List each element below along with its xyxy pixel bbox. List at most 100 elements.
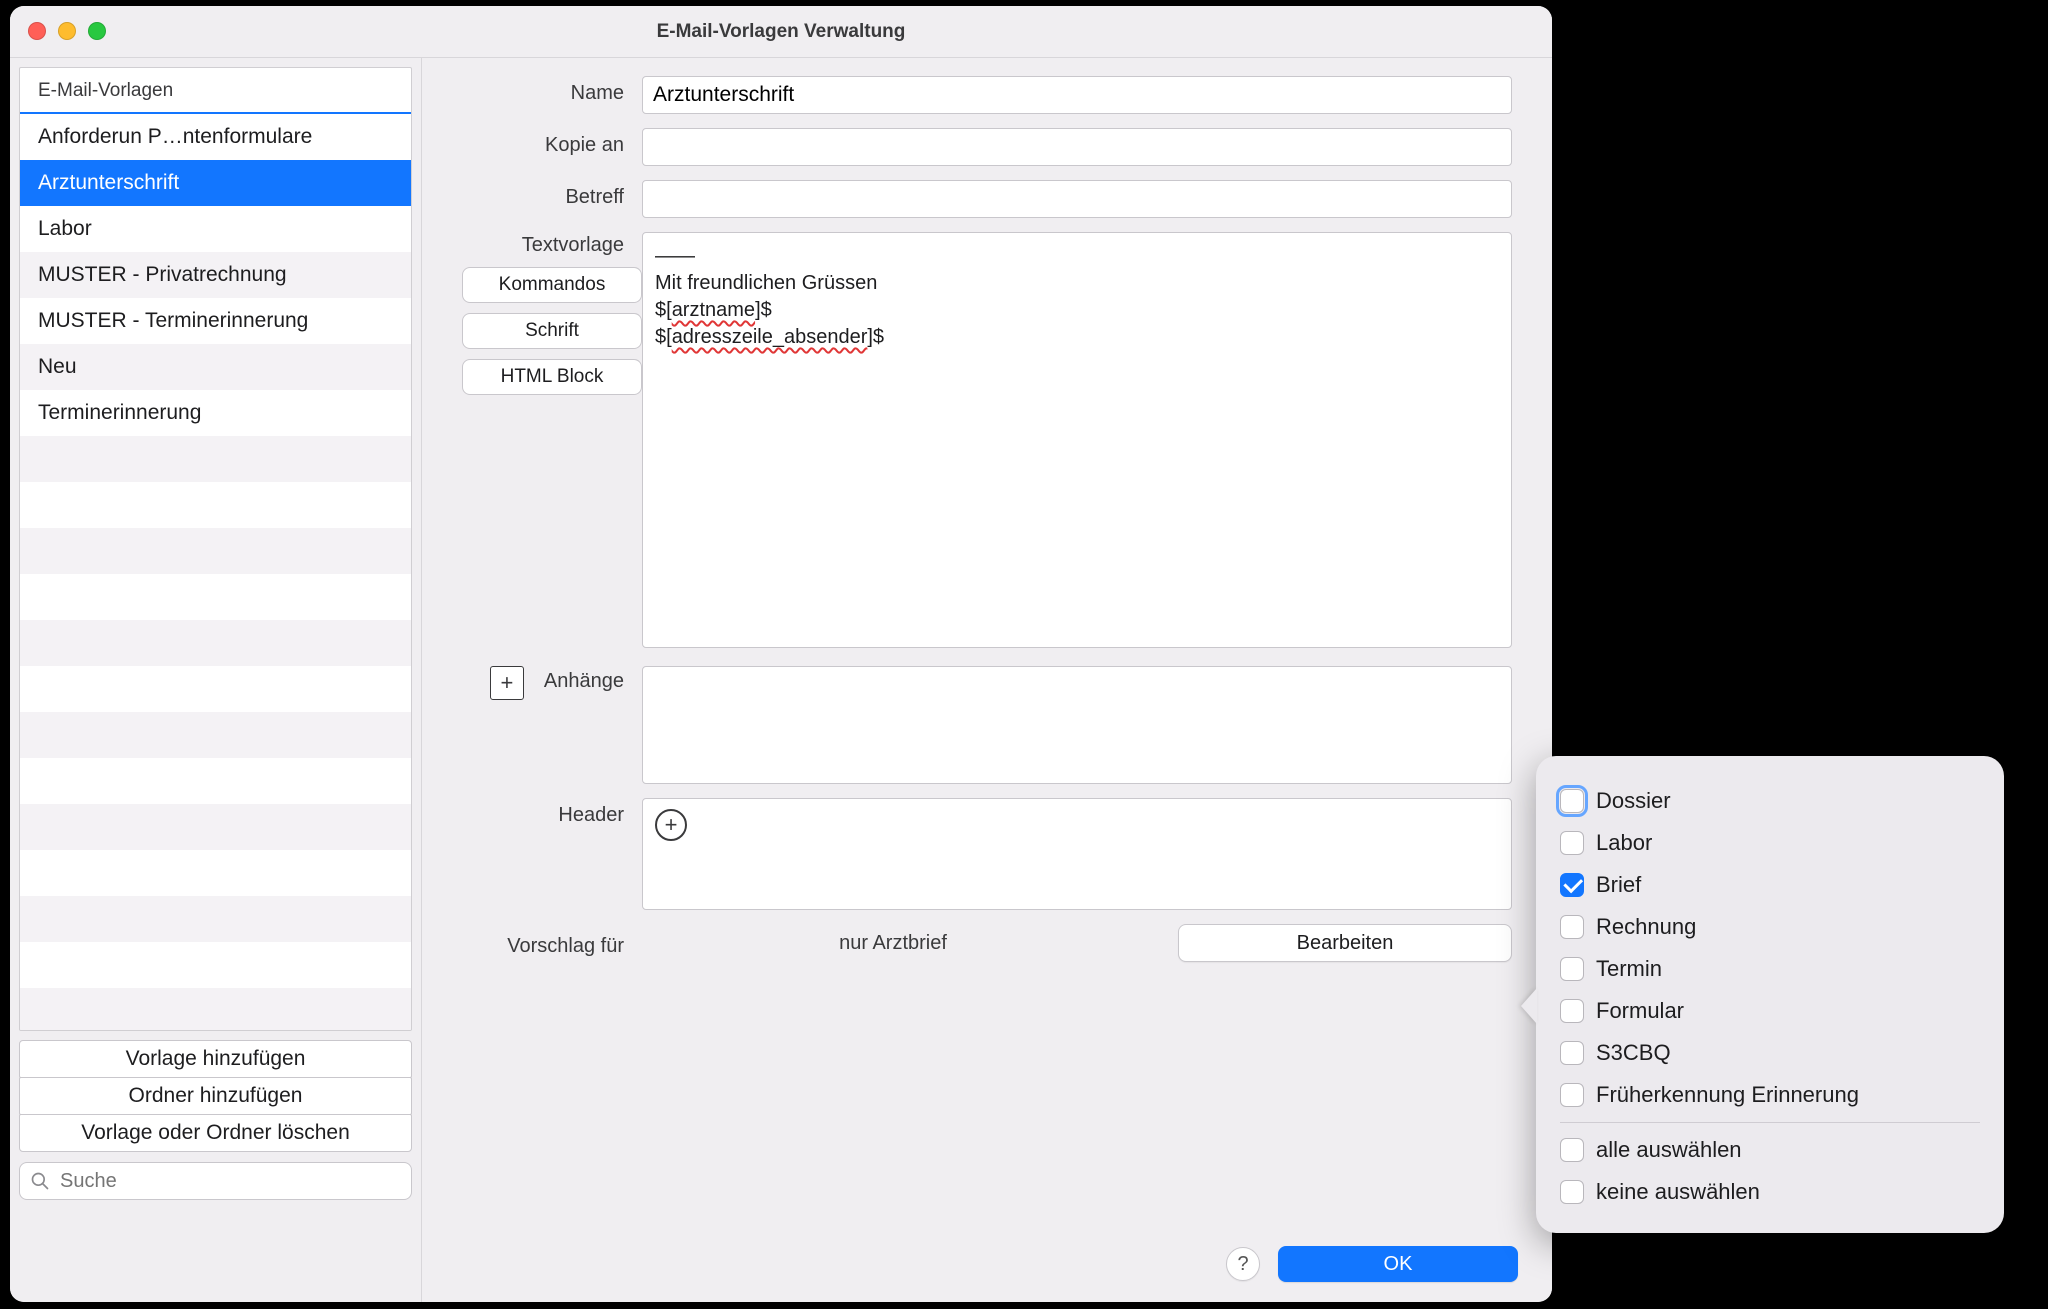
t-l4a: $[ (655, 326, 672, 348)
subject-label: Betreff (462, 180, 642, 209)
t-l3c: ]$ (755, 299, 772, 321)
list-item[interactable]: MUSTER - Privatrechnung (20, 252, 411, 298)
search-icon (30, 1171, 50, 1191)
list-item[interactable]: Arztunterschrift (20, 160, 411, 206)
attachments-label: Anhänge (544, 666, 642, 693)
suggest-for-value: nur Arztbrief (642, 924, 1144, 962)
popover-option-label: Termin (1596, 956, 1662, 982)
bottom-bar: ? OK (422, 1240, 1552, 1302)
zoom-window-icon[interactable] (88, 22, 106, 40)
select-all-label: alle auswählen (1596, 1137, 1742, 1163)
popover-option[interactable]: Dossier (1560, 780, 1980, 822)
popover-option[interactable]: Brief (1560, 864, 1980, 906)
traffic-lights (28, 22, 106, 40)
add-attachment-button[interactable]: + (490, 666, 524, 700)
checkbox[interactable] (1560, 831, 1584, 855)
list-item (20, 482, 411, 528)
checkbox[interactable] (1560, 1083, 1584, 1107)
select-all-checkbox[interactable] (1560, 1138, 1584, 1162)
attachments-box[interactable] (642, 666, 1512, 784)
edit-button[interactable]: Bearbeiten (1178, 924, 1512, 962)
add-header-button[interactable]: + (655, 809, 687, 841)
delete-button[interactable]: Vorlage oder Ordner löschen (19, 1114, 412, 1152)
font-button[interactable]: Schrift (462, 313, 642, 349)
suggest-for-label: Vorschlag für (462, 929, 642, 958)
sidebar-buttons: Vorlage hinzufügen Ordner hinzufügen Vor… (19, 1041, 412, 1152)
popover-option-label: Labor (1596, 830, 1652, 856)
list-item (20, 850, 411, 896)
popover-option-label: Früherkennung Erinnerung (1596, 1082, 1859, 1108)
select-all-row[interactable]: alle auswählen (1560, 1129, 1980, 1171)
list-item (20, 620, 411, 666)
search-field[interactable] (19, 1162, 412, 1200)
add-folder-button[interactable]: Ordner hinzufügen (19, 1077, 412, 1115)
template-list: E-Mail-Vorlagen Anforderun P…ntenformula… (19, 67, 412, 1031)
html-block-button[interactable]: HTML Block (462, 359, 642, 395)
t-l2: Mit freundlichen Grüssen (655, 272, 877, 294)
popover-option-label: Rechnung (1596, 914, 1696, 940)
list-item[interactable]: Neu (20, 344, 411, 390)
list-item[interactable]: Anforderun P…ntenformulare (20, 114, 411, 160)
t-l4b: adresszeile_absender (672, 326, 868, 348)
checkbox[interactable] (1560, 1041, 1584, 1065)
list-item (20, 988, 411, 1031)
t-l3b: arztname (672, 299, 755, 321)
add-template-button[interactable]: Vorlage hinzufügen (19, 1040, 412, 1078)
suggest-popover: Dossier Labor Brief Rechnung Termin Formular S… (1536, 756, 2004, 1233)
popover-option[interactable]: S3CBQ (1560, 1032, 1980, 1074)
sidebar: E-Mail-Vorlagen Anforderun P…ntenformula… (10, 58, 422, 1302)
list-item[interactable]: Labor (20, 206, 411, 252)
list-item (20, 758, 411, 804)
checkbox[interactable] (1560, 789, 1584, 813)
help-button[interactable]: ? (1226, 1247, 1260, 1281)
list-item (20, 666, 411, 712)
name-label: Name (462, 76, 642, 105)
titlebar: E-Mail-Vorlagen Verwaltung (10, 6, 1552, 58)
name-input[interactable] (642, 76, 1512, 114)
checkbox[interactable] (1560, 957, 1584, 981)
checkbox[interactable] (1560, 915, 1584, 939)
header-label: Header (462, 798, 642, 827)
popover-option-label: S3CBQ (1596, 1040, 1671, 1066)
window-title: E-Mail-Vorlagen Verwaltung (657, 21, 906, 43)
window: E-Mail-Vorlagen Verwaltung E-Mail-Vorlag… (10, 6, 1552, 1302)
close-window-icon[interactable] (28, 22, 46, 40)
list-item (20, 574, 411, 620)
text-template-textarea[interactable]: —— Mit freundlichen Grüssen $[arztname]$… (642, 232, 1512, 648)
list-item (20, 942, 411, 988)
popover-separator (1560, 1122, 1980, 1123)
form-panel: Name Kopie an Betreff Textvorlage Komman… (422, 58, 1552, 1302)
minimize-window-icon[interactable] (58, 22, 76, 40)
search-input[interactable] (58, 1169, 401, 1194)
list-item[interactable]: Terminerinnerung (20, 390, 411, 436)
select-none-label: keine auswählen (1596, 1179, 1760, 1205)
popover-option[interactable]: Rechnung (1560, 906, 1980, 948)
select-none-row[interactable]: keine auswählen (1560, 1171, 1980, 1213)
t-l4c: ]$ (867, 326, 884, 348)
list-item (20, 528, 411, 574)
list-item (20, 896, 411, 942)
popover-option[interactable]: Formular (1560, 990, 1980, 1032)
list-item (20, 712, 411, 758)
popover-option-label: Brief (1596, 872, 1641, 898)
checkbox[interactable] (1560, 999, 1584, 1023)
popover-option-label: Formular (1596, 998, 1684, 1024)
copy-to-input[interactable] (642, 128, 1512, 166)
popover-option[interactable]: Labor (1560, 822, 1980, 864)
list-item[interactable]: MUSTER - Terminerinnerung (20, 298, 411, 344)
list-item (20, 804, 411, 850)
popover-option-label: Dossier (1596, 788, 1671, 814)
t-l3a: $[ (655, 299, 672, 321)
checkbox[interactable] (1560, 873, 1584, 897)
commands-button[interactable]: Kommandos (462, 267, 642, 303)
popover-option[interactable]: Früherkennung Erinnerung (1560, 1074, 1980, 1116)
t-l1: —— (655, 245, 695, 267)
copy-to-label: Kopie an (462, 128, 642, 157)
popover-option[interactable]: Termin (1560, 948, 1980, 990)
header-box[interactable]: + (642, 798, 1512, 910)
subject-input[interactable] (642, 180, 1512, 218)
select-none-checkbox[interactable] (1560, 1180, 1584, 1204)
ok-button[interactable]: OK (1278, 1246, 1518, 1282)
template-list-header: E-Mail-Vorlagen (20, 68, 411, 114)
list-item (20, 436, 411, 482)
